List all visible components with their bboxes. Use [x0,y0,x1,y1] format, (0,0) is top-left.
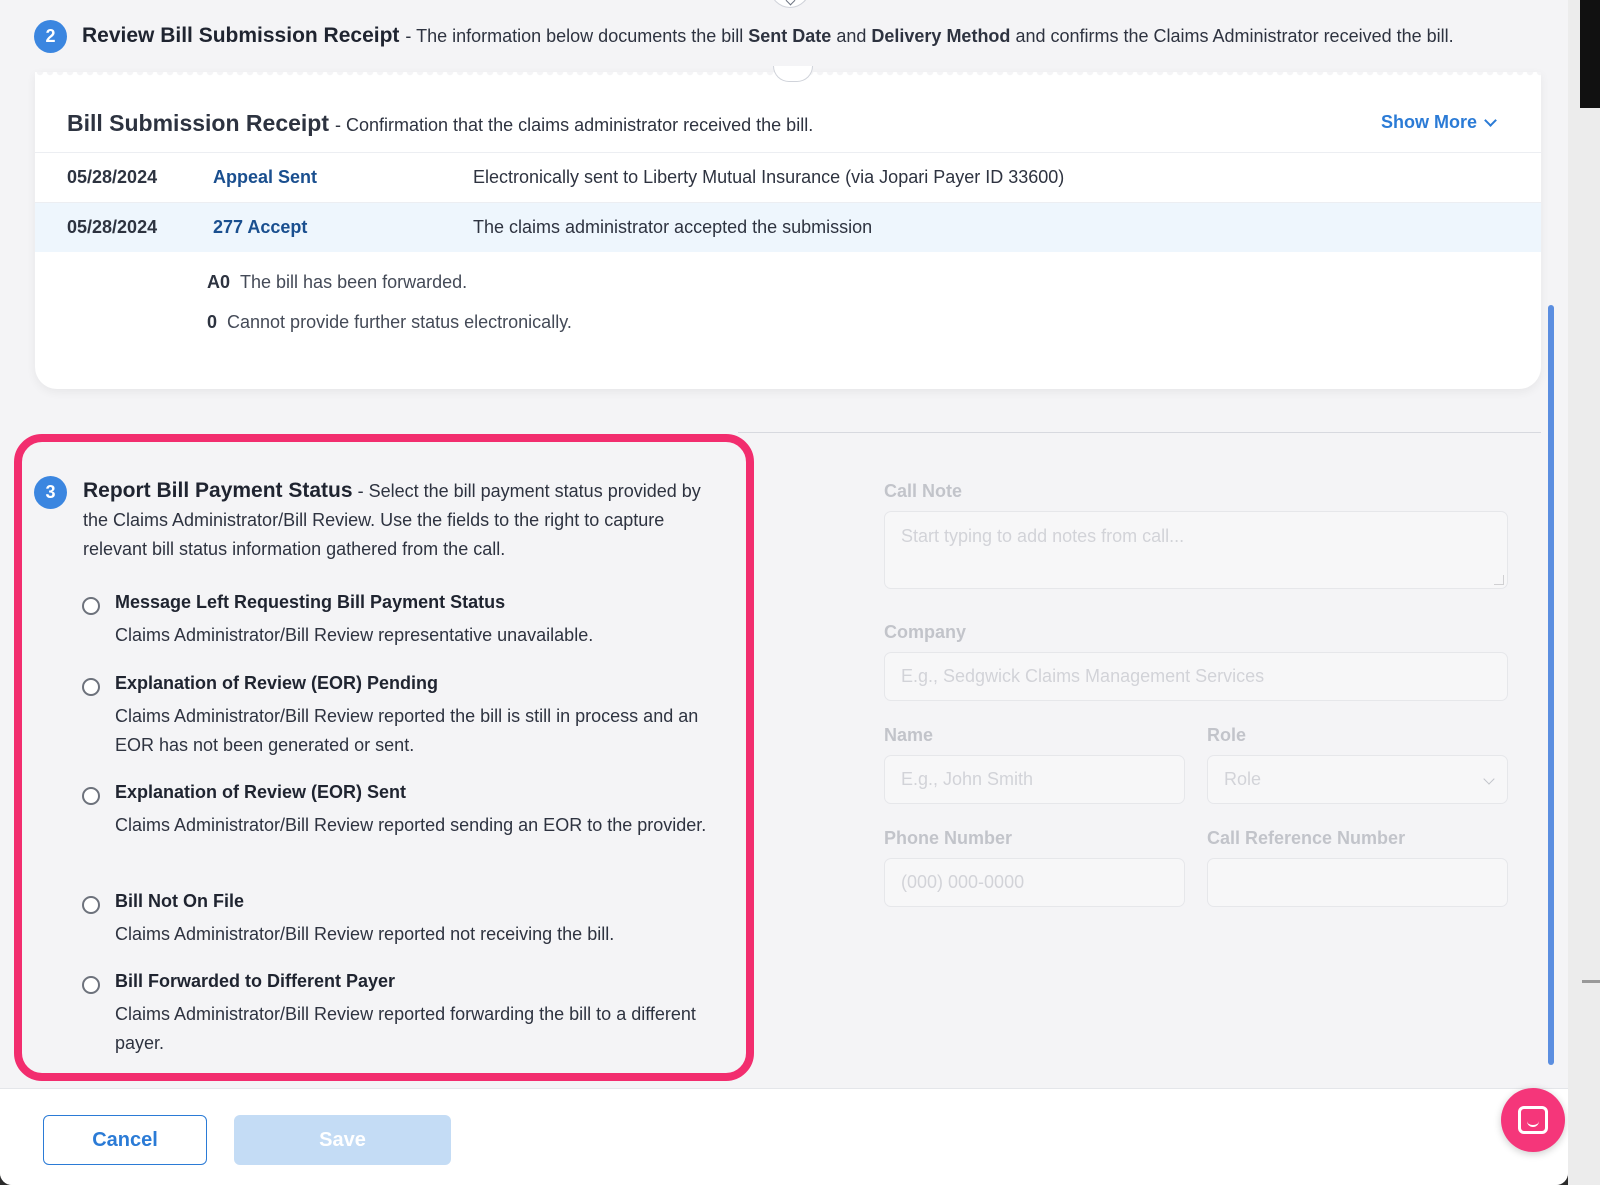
status-code-text: The bill has been forwarded. [240,272,468,292]
receipt-type-link[interactable]: Appeal Sent [213,167,317,188]
name-field[interactable]: E.g., John Smith [884,755,1185,804]
call-reference-label: Call Reference Number [1207,828,1406,848]
receipt-date: 05/28/2024 [67,217,158,237]
company-label: Company [884,622,967,642]
role-placeholder: Role [1224,769,1262,789]
receipt-row: 05/28/2024 Appeal Sent Electronically se… [35,152,1541,202]
option-title: Message Left Requesting Bill Payment Sta… [115,592,506,612]
option-description: Claims Administrator/Bill Review reporte… [115,815,707,835]
option-title: Bill Not On File [115,891,244,911]
status-code-line: A0 The bill has been forwarded. [207,272,467,293]
save-button[interactable]: Save [234,1115,451,1165]
receipt-info: Electronically sent to Liberty Mutual In… [473,167,1065,187]
status-code: A0 [207,272,231,292]
receipt-description: - Confirmation that the claims administr… [335,115,814,135]
modal-footer: Cancel Save [0,1088,1568,1185]
background-block [1580,0,1600,108]
option-title: Explanation of Review (EOR) Sent [115,782,407,802]
section-divider [738,432,1541,433]
step2-description: - The information below documents the bi… [405,26,1453,47]
receipt-row: 05/28/2024 277 Accept The claims adminis… [35,202,1541,252]
step2-title: Review Bill Submission Receipt [82,24,400,47]
chat-icon [1518,1106,1548,1134]
radio-button[interactable] [82,597,100,615]
step-number-badge: 2 [34,19,67,53]
company-field[interactable]: E.g., Sedgwick Claims Management Service… [884,652,1508,701]
scrollbar[interactable] [1548,305,1556,1065]
step2-desc-prefix: - The information below documents the bi… [405,25,744,46]
step-number-badge: 3 [34,476,67,509]
radio-button[interactable] [82,787,100,805]
show-more-button[interactable]: Show More [1380,112,1497,133]
chat-launcher-button[interactable] [1501,1088,1565,1152]
scrollbar-thumb[interactable] [1548,305,1554,1065]
receipt-type-link[interactable]: 277 Accept [213,217,307,238]
cancel-button[interactable]: Cancel [43,1115,207,1165]
receipt-header: Bill Submission Receipt - Confirmation t… [67,110,1501,137]
phone-label: Phone Number [884,828,1013,848]
receipt-notch [773,66,813,82]
status-code-text: Cannot provide further status electronic… [227,312,572,332]
step2-delivery-method: Delivery Method [871,25,1011,46]
phone-field[interactable]: (000) 000-0000 [884,858,1185,907]
role-select[interactable]: Role [1207,755,1508,804]
resize-handle[interactable] [1494,575,1504,585]
receipt-date: 05/28/2024 [67,167,158,187]
step2-desc-suffix: and confirms the Claims Administrator re… [1015,25,1454,46]
modal-window: 2 Review Bill Submission Receipt - The i… [0,0,1568,1185]
step2-sent-date: Sent Date [748,25,832,46]
call-note-label: Call Note [884,481,963,501]
radio-button[interactable] [82,976,100,994]
call-reference-field[interactable] [1207,858,1508,907]
status-code-line: 0 Cannot provide further status electroni… [207,312,572,333]
radio-button[interactable] [82,678,100,696]
receipt-card: Bill Submission Receipt - Confirmation t… [35,66,1541,389]
option-title: Explanation of Review (EOR) Pending [115,673,439,693]
background-bar [1582,980,1600,983]
step3-header: Report Bill Payment Status - Select the … [83,476,723,564]
radio-button[interactable] [82,896,100,914]
step2-header: 2 Review Bill Submission Receipt - The i… [34,18,1508,54]
option-description: Claims Administrator/Bill Review reporte… [115,1004,696,1053]
show-more-label: Show More [1380,112,1477,132]
option-description: Claims Administrator/Bill Review represe… [115,625,594,645]
chevron-down-icon [1483,773,1495,785]
call-note-field[interactable]: Start typing to add notes from call... [884,511,1508,589]
option-description: Claims Administrator/Bill Review reporte… [115,706,699,755]
option-title: Bill Forwarded to Different Payer [115,971,396,991]
chevron-down-icon [1484,113,1497,127]
collapse-toggle[interactable] [770,0,810,8]
receipt-title: Bill Submission Receipt [67,110,329,136]
name-label: Name [884,725,934,745]
status-code: 0 [207,312,218,332]
receipt-info: The claims administrator accepted the su… [473,217,873,237]
role-label: Role [1207,725,1247,745]
step3-title: Report Bill Payment Status [83,479,353,502]
option-description: Claims Administrator/Bill Review reporte… [115,924,615,944]
background-edge [1568,0,1600,1185]
step2-and: and [836,25,867,46]
